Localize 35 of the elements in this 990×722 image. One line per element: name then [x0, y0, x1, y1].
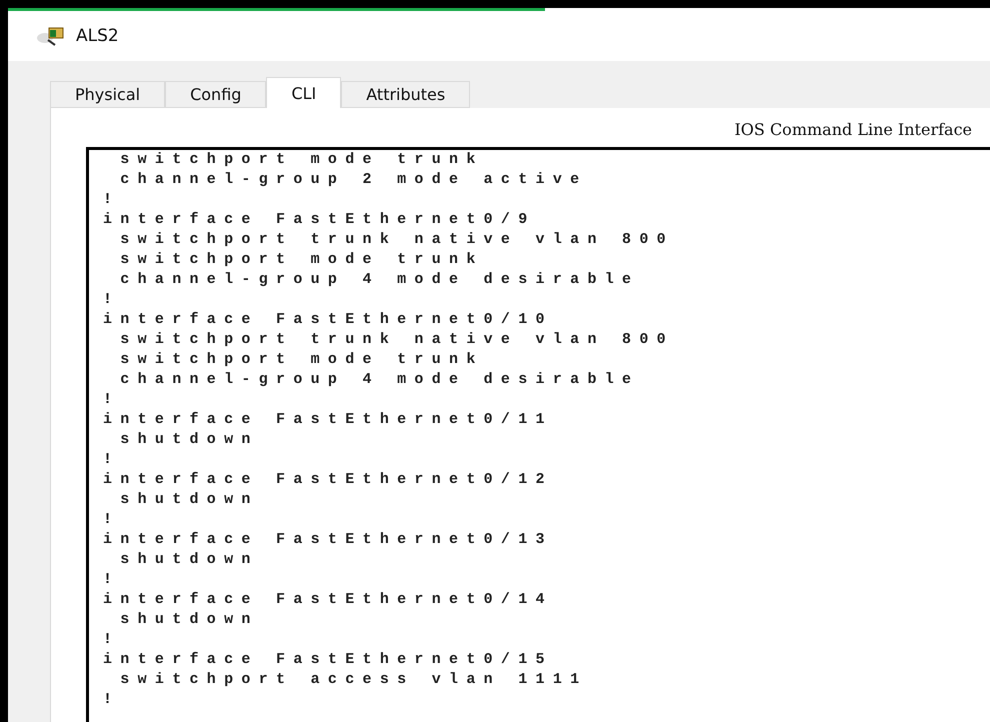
- terminal-line: switchport access vlan 1111: [119, 670, 588, 690]
- terminal-line: switchport trunk native vlan 800: [119, 330, 675, 350]
- tab[interactable]: CLI: [266, 77, 342, 108]
- tab[interactable]: Physical: [50, 81, 166, 108]
- terminal-line: !: [103, 690, 122, 710]
- window-title: ALS2: [76, 26, 119, 46]
- terminal-line: !: [103, 290, 122, 310]
- terminal-line: interface FastEthernet0/9: [103, 210, 537, 230]
- terminal-line: interface FastEthernet0/10: [103, 310, 554, 330]
- terminal-line: shutdown: [119, 550, 260, 570]
- switch-device-icon: [36, 26, 66, 46]
- terminal-line: !: [103, 190, 122, 210]
- tab[interactable]: Attributes: [341, 81, 470, 108]
- terminal-line: shutdown: [119, 610, 260, 630]
- terminal-line: !: [103, 450, 122, 470]
- cli-heading: IOS Command Line Interface: [734, 119, 973, 141]
- terminal-line: !: [103, 390, 122, 410]
- terminal-line: shutdown: [119, 430, 260, 450]
- terminal-line: interface FastEthernet0/13: [103, 530, 554, 550]
- terminal-line: interface FastEthernet0/14: [103, 590, 554, 610]
- terminal-line: switchport trunk native vlan 800: [119, 230, 675, 250]
- terminal-line: interface FastEthernet0/12: [103, 470, 554, 490]
- terminal-line: shutdown: [119, 490, 260, 510]
- terminal-line: interface FastEthernet0/15: [103, 650, 554, 670]
- terminal-line: switchport mode trunk: [119, 150, 485, 170]
- terminal-line: channel-group 4 mode desirable: [119, 270, 640, 290]
- terminal-line: channel-group 4 mode desirable: [119, 370, 640, 390]
- terminal-line: channel-group 2 mode active: [119, 170, 588, 190]
- terminal-line: interface FastEthernet0/11: [103, 410, 554, 430]
- tab[interactable]: Config: [165, 81, 266, 108]
- terminal-line: !: [103, 570, 122, 590]
- terminal-line: !: [103, 510, 122, 530]
- terminal-line: switchport mode trunk: [119, 350, 485, 370]
- terminal-line: switchport mode trunk: [119, 250, 485, 270]
- terminal-line: !: [103, 630, 122, 650]
